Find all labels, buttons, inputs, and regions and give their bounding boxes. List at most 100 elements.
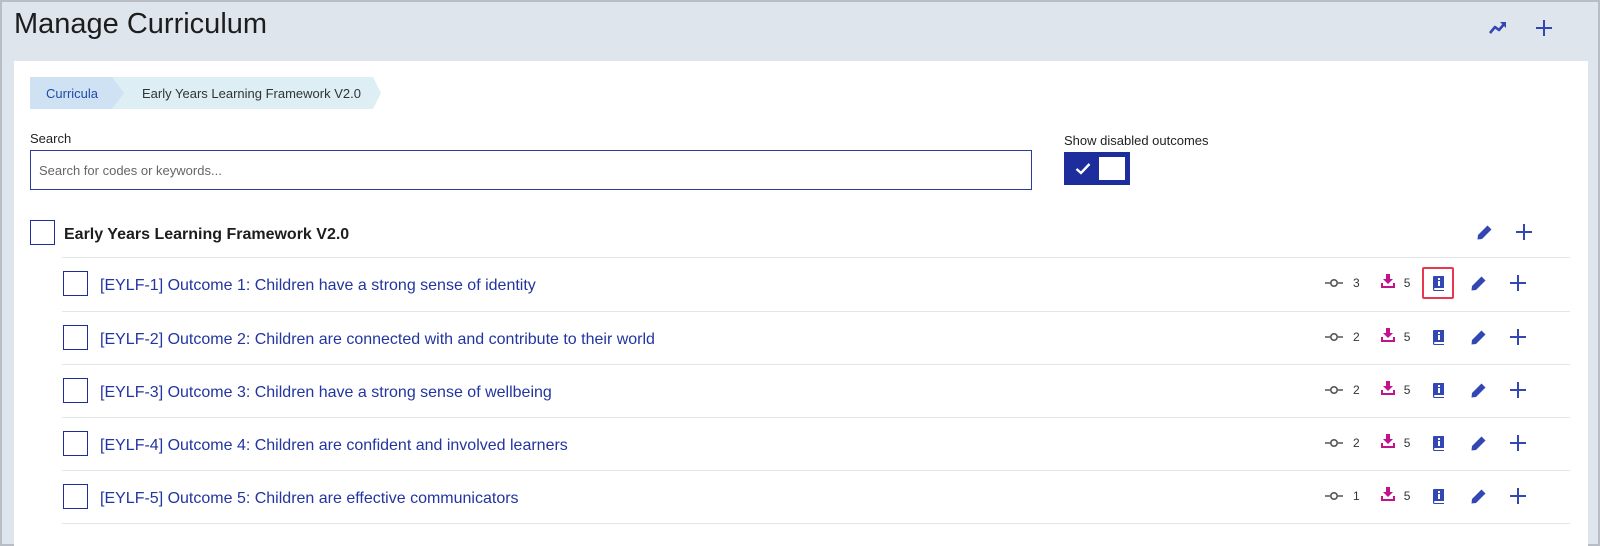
links-count: 2 bbox=[1353, 383, 1360, 397]
outcome-link[interactable]: [EYLF-2] Outcome 2: Children are connect… bbox=[100, 331, 655, 349]
edit-outcome-button[interactable] bbox=[1462, 321, 1494, 353]
breadcrumb-curricula[interactable]: Curricula bbox=[30, 77, 113, 109]
outcome-checkbox[interactable] bbox=[63, 483, 88, 509]
show-disabled-toggle[interactable] bbox=[1064, 152, 1130, 185]
outcome-row: [EYLF-2] Outcome 2: Children are connect… bbox=[63, 311, 1570, 363]
plus-icon bbox=[1510, 329, 1527, 345]
pencil-icon bbox=[1471, 383, 1486, 397]
outcome-actions: 2 5 bbox=[1325, 374, 1534, 406]
toggle-label: Show disabled outcomes bbox=[1064, 133, 1209, 148]
toggle-on-segment bbox=[1067, 155, 1099, 182]
plus-icon bbox=[1510, 435, 1527, 451]
commit-node-icon bbox=[1325, 332, 1343, 342]
resources-count: 5 bbox=[1403, 276, 1411, 290]
outcome-link[interactable]: [EYLF-3] Outcome 3: Children have a stro… bbox=[100, 384, 552, 402]
download-tray-icon bbox=[1380, 486, 1395, 501]
edit-outcome-button[interactable] bbox=[1462, 374, 1494, 406]
outcome-checkbox[interactable] bbox=[63, 270, 88, 296]
book-info-icon bbox=[1432, 436, 1444, 451]
outcome-details-button[interactable] bbox=[1422, 427, 1454, 459]
outcome-row: [EYLF-4] Outcome 4: Children are confide… bbox=[63, 417, 1570, 469]
curriculum-checkbox[interactable] bbox=[30, 219, 55, 245]
outcome-actions: 2 5 bbox=[1325, 321, 1534, 353]
resources-button[interactable] bbox=[1380, 433, 1396, 454]
edit-outcome-button[interactable] bbox=[1462, 267, 1494, 299]
outcome-details-button[interactable] bbox=[1422, 374, 1454, 406]
main-panel: Curricula Early Years Learning Framework… bbox=[14, 61, 1588, 546]
download-tray-icon bbox=[1380, 273, 1395, 288]
pencil-icon bbox=[1471, 276, 1486, 290]
search-input[interactable] bbox=[30, 150, 1032, 190]
page-header: Manage Curriculum bbox=[2, 2, 1598, 58]
pencil-icon bbox=[1471, 436, 1486, 450]
outcome-row: [EYLF-5] Outcome 5: Children are effecti… bbox=[63, 470, 1570, 522]
outcome-checkbox[interactable] bbox=[63, 377, 88, 403]
curriculum-title: Early Years Learning Framework V2.0 bbox=[64, 226, 350, 243]
curriculum-actions bbox=[1468, 216, 1540, 248]
row-divider bbox=[62, 523, 1570, 524]
add-outcome-button[interactable] bbox=[1508, 216, 1540, 248]
breadcrumb-current[interactable]: Early Years Learning Framework V2.0 bbox=[124, 77, 373, 109]
pencil-icon bbox=[1477, 225, 1491, 239]
links-count: 1 bbox=[1353, 489, 1360, 503]
add-child-outcome-button[interactable] bbox=[1502, 427, 1534, 459]
book-info-icon bbox=[1432, 489, 1444, 504]
trend-button[interactable] bbox=[1482, 12, 1514, 44]
links-count: 2 bbox=[1353, 330, 1360, 344]
check-icon bbox=[1075, 163, 1091, 175]
outcome-actions: 3 5 bbox=[1325, 267, 1534, 299]
add-child-outcome-button[interactable] bbox=[1502, 374, 1534, 406]
outcome-details-button[interactable] bbox=[1422, 267, 1455, 299]
outcome-actions: 1 5 bbox=[1325, 480, 1534, 512]
commit-node-icon bbox=[1325, 491, 1343, 501]
pencil-icon bbox=[1471, 330, 1486, 344]
app-frame: Manage Curriculum Curricula Early Years … bbox=[0, 0, 1600, 546]
outcome-checkbox[interactable] bbox=[63, 430, 88, 456]
download-tray-icon bbox=[1380, 380, 1395, 395]
commit-node-icon bbox=[1325, 438, 1343, 448]
resources-button[interactable] bbox=[1380, 380, 1396, 401]
book-info-icon bbox=[1432, 276, 1444, 291]
resources-button[interactable] bbox=[1380, 327, 1396, 348]
breadcrumb-separator bbox=[112, 77, 125, 109]
outcome-link[interactable]: [EYLF-1] Outcome 1: Children have a stro… bbox=[100, 277, 536, 295]
curriculum-root-row: Early Years Learning Framework V2.0 bbox=[30, 206, 1570, 258]
outcome-actions: 2 5 bbox=[1325, 427, 1534, 459]
download-tray-icon bbox=[1380, 433, 1395, 448]
add-child-outcome-button[interactable] bbox=[1502, 321, 1534, 353]
edit-outcome-button[interactable] bbox=[1462, 480, 1494, 512]
add-child-outcome-button[interactable] bbox=[1502, 267, 1534, 299]
plus-icon bbox=[1510, 275, 1527, 291]
outcome-row: [EYLF-3] Outcome 3: Children have a stro… bbox=[63, 364, 1570, 416]
resources-button[interactable] bbox=[1380, 486, 1396, 507]
resources-count: 5 bbox=[1403, 436, 1411, 450]
resources-button[interactable] bbox=[1380, 273, 1396, 294]
links-count: 3 bbox=[1353, 276, 1360, 290]
commit-node-icon bbox=[1325, 385, 1343, 395]
outcome-details-button[interactable] bbox=[1422, 321, 1454, 353]
plus-icon bbox=[1510, 382, 1527, 398]
download-tray-icon bbox=[1380, 327, 1395, 342]
book-info-icon bbox=[1432, 383, 1444, 398]
resources-count: 5 bbox=[1403, 330, 1411, 344]
pencil-icon bbox=[1471, 489, 1486, 503]
breadcrumb: Curricula Early Years Learning Framework… bbox=[30, 77, 381, 109]
links-count: 2 bbox=[1353, 436, 1360, 450]
outcome-details-button[interactable] bbox=[1422, 480, 1454, 512]
add-child-outcome-button[interactable] bbox=[1502, 480, 1534, 512]
edit-outcome-button[interactable] bbox=[1462, 427, 1494, 459]
plus-icon bbox=[1516, 224, 1532, 240]
plus-icon bbox=[1536, 20, 1552, 36]
outcome-link[interactable]: [EYLF-5] Outcome 5: Children are effecti… bbox=[100, 490, 519, 508]
add-curriculum-button[interactable] bbox=[1528, 12, 1560, 44]
outcome-checkbox[interactable] bbox=[63, 324, 88, 350]
outcome-link[interactable]: [EYLF-4] Outcome 4: Children are confide… bbox=[100, 437, 568, 455]
resources-count: 5 bbox=[1403, 489, 1411, 503]
plus-icon bbox=[1510, 488, 1527, 504]
outcome-row: [EYLF-1] Outcome 1: Children have a stro… bbox=[63, 257, 1570, 309]
page-title: Manage Curriculum bbox=[14, 8, 268, 40]
search-label: Search bbox=[30, 131, 72, 146]
commit-node-icon bbox=[1325, 278, 1343, 288]
resources-count: 5 bbox=[1403, 383, 1411, 397]
edit-curriculum-button[interactable] bbox=[1468, 216, 1500, 248]
